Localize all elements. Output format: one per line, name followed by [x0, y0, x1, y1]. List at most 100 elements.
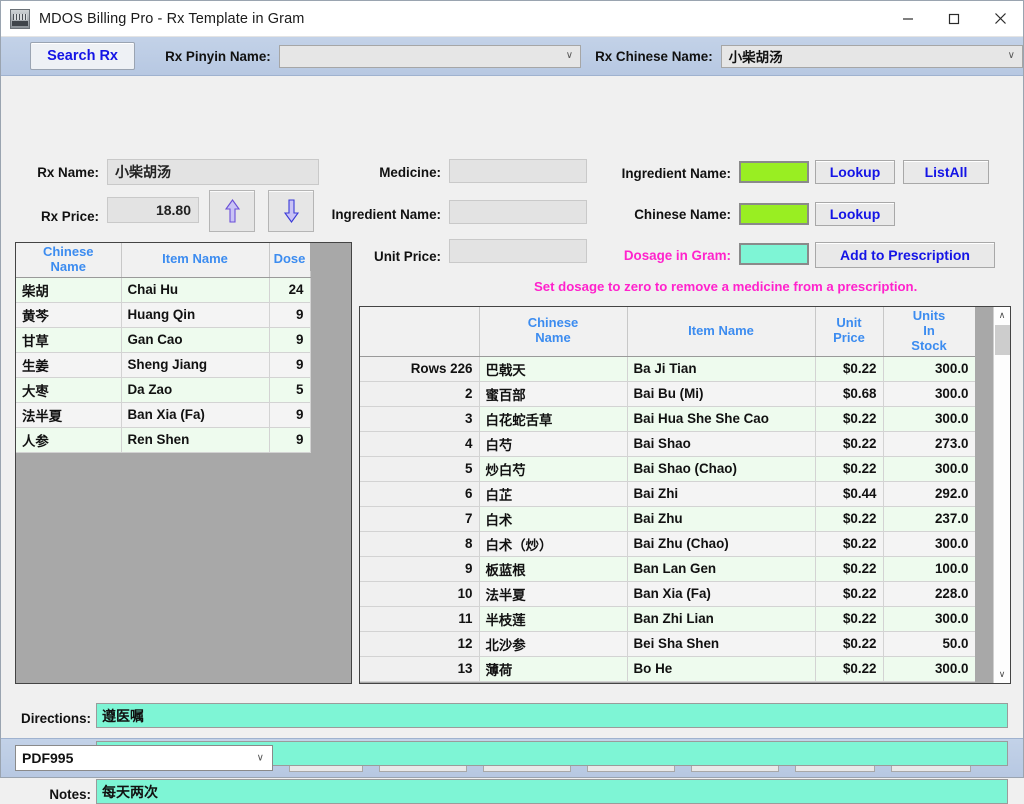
prescription-grid-filler	[310, 243, 352, 271]
add-to-prescription-button[interactable]: Add to Prescription	[815, 242, 995, 268]
cell-item-name: Bai Zhu	[627, 506, 815, 531]
table-row[interactable]: 法半夏Ban Xia (Fa)9	[16, 402, 310, 427]
cell-chinese-name: 法半夏	[479, 581, 627, 606]
table-row[interactable]: 9板蓝根Ban Lan Gen$0.22100.0	[360, 556, 975, 581]
cell-dose: 9	[269, 427, 310, 452]
dosage-in-gram-input[interactable]	[739, 243, 809, 265]
cell-chinese-name: 板蓝根	[479, 556, 627, 581]
window-title: MDOS Billing Pro - Rx Template in Gram	[39, 11, 304, 27]
cell-row-index: Rows 226	[360, 356, 479, 381]
table-row[interactable]: 黄芩Huang Qin9	[16, 302, 310, 327]
table-row[interactable]: Rows 226巴戟天Ba Ji Tian$0.22300.0	[360, 356, 975, 381]
list-all-button[interactable]: ListAll	[903, 160, 989, 184]
scroll-up-icon[interactable]: ∧	[994, 307, 1011, 324]
table-row[interactable]: 柴胡Chai Hu24	[16, 277, 310, 302]
table-row[interactable]: 3白花蛇舌草Bai Hua She She Cao$0.22300.0	[360, 406, 975, 431]
cell-units-in-stock: 273.0	[883, 431, 975, 456]
cell-dose: 9	[269, 402, 310, 427]
cell-item-name: Ban Xia (Fa)	[121, 402, 269, 427]
table-row[interactable]: 2蜜百部Bai Bu (Mi)$0.68300.0	[360, 381, 975, 406]
table-row[interactable]: 11半枝莲Ban Zhi Lian$0.22300.0	[360, 606, 975, 631]
cell-chinese-name: 人参	[16, 427, 121, 452]
col-row-index	[360, 307, 479, 356]
cell-row-index: 7	[360, 506, 479, 531]
rx-price-field[interactable]: 18.80	[107, 197, 199, 223]
cell-chinese-name: 生姜	[16, 352, 121, 377]
cell-unit-price: $0.22	[815, 506, 883, 531]
cell-unit-price: $0.44	[815, 481, 883, 506]
cell-row-index: 2	[360, 381, 479, 406]
lookup-ingredient-name-input[interactable]	[739, 161, 809, 183]
rx-pinyin-name-label: Rx Pinyin Name:	[165, 49, 271, 64]
cell-item-name: Sheng Jiang	[121, 352, 269, 377]
cell-dose: 9	[269, 327, 310, 352]
cell-item-name: Da Zao	[121, 377, 269, 402]
lookup-chinese-name-input[interactable]	[739, 203, 809, 225]
table-row[interactable]: 7白术Bai Zhu$0.22237.0	[360, 506, 975, 531]
arrow-up-icon	[224, 198, 241, 224]
medicine-field[interactable]	[449, 159, 587, 183]
ingredient-name-field[interactable]	[449, 200, 587, 224]
cell-row-index: 6	[360, 481, 479, 506]
table-row[interactable]: 12北沙参Bei Sha Shen$0.2250.0	[360, 631, 975, 656]
cell-row-index: 13	[360, 656, 479, 681]
cell-chinese-name: 法半夏	[16, 402, 121, 427]
chevron-down-icon: ∨	[257, 753, 264, 764]
cell-chinese-name: 炒白芍	[479, 456, 627, 481]
lookup-ingredient-button[interactable]: Lookup	[815, 160, 895, 184]
table-header-row: Chinese Name Item Name Dose	[16, 243, 310, 277]
table-row[interactable]: 10法半夏Ban Xia (Fa)$0.22228.0	[360, 581, 975, 606]
cell-unit-price: $0.22	[815, 531, 883, 556]
medicine-list-scrollbar[interactable]: ∧ ∨	[993, 307, 1010, 683]
cell-unit-price: $0.22	[815, 581, 883, 606]
cell-unit-price: $0.22	[815, 431, 883, 456]
table-row[interactable]: 8白术（炒）Bai Zhu (Chao)$0.22300.0	[360, 531, 975, 556]
cell-unit-price: $0.22	[815, 631, 883, 656]
printer-value: PDF995	[16, 750, 73, 766]
table-row[interactable]: 人参Ren Shen9	[16, 427, 310, 452]
unit-price-field[interactable]	[449, 239, 587, 263]
cell-row-index: 8	[360, 531, 479, 556]
rx-pinyin-name-combo[interactable]: ∨	[279, 45, 581, 68]
cell-item-name: Gan Cao	[121, 327, 269, 352]
table-row[interactable]: 大枣Da Zao5	[16, 377, 310, 402]
dosage-hint-text: Set dosage to zero to remove a medicine …	[534, 279, 917, 294]
medicine-list-body: Rows 226巴戟天Ba Ji Tian$0.22300.0 2蜜百部Bai …	[360, 356, 975, 681]
table-row[interactable]: 5炒白芍Bai Shao (Chao)$0.22300.0	[360, 456, 975, 481]
maximize-button[interactable]	[931, 2, 977, 36]
cell-item-name: Bai Hua She She Cao	[627, 406, 815, 431]
close-button[interactable]	[977, 2, 1023, 36]
cell-units-in-stock: 300.0	[883, 356, 975, 381]
directions-input[interactable]: 遵医嘱	[96, 703, 1008, 728]
cell-units-in-stock: 237.0	[883, 506, 975, 531]
cell-item-name: Ban Zhi Lian	[627, 606, 815, 631]
rx-chinese-name-combo[interactable]: 小柴胡汤 ∨	[721, 45, 1023, 68]
cell-item-name: Ban Lan Gen	[627, 556, 815, 581]
notes-input[interactable]: 每天两次	[96, 779, 1008, 804]
scrollbar-thumb[interactable]	[995, 325, 1010, 355]
cell-dose: 9	[269, 352, 310, 377]
col-chinese-name: Chinese Name	[479, 307, 627, 356]
cell-item-name: Huang Qin	[121, 302, 269, 327]
medicine-list-grid[interactable]: Chinese Name Item Name Unit Price Units …	[359, 306, 1011, 684]
table-row[interactable]: 4白芍Bai Shao$0.22273.0	[360, 431, 975, 456]
cell-chinese-name: 白术（炒）	[479, 531, 627, 556]
cell-item-name: Bai Shao	[627, 431, 815, 456]
table-row[interactable]: 甘草Gan Cao9	[16, 327, 310, 352]
table-row[interactable]: 生姜Sheng Jiang9	[16, 352, 310, 377]
minimize-button[interactable]	[885, 2, 931, 36]
lookup-chinese-button[interactable]: Lookup	[815, 202, 895, 226]
scroll-down-icon[interactable]: ∨	[994, 666, 1011, 683]
prescription-items-body: 柴胡Chai Hu24 黄芩Huang Qin9 甘草Gan Cao9 生姜Sh…	[16, 277, 310, 452]
app-building-icon	[10, 9, 30, 29]
printer-select[interactable]: PDF995 ∨	[15, 745, 273, 771]
rx-name-field[interactable]: 小柴胡汤	[107, 159, 319, 185]
table-row[interactable]: 6白芷Bai Zhi$0.44292.0	[360, 481, 975, 506]
search-rx-button[interactable]: Search Rx	[30, 42, 135, 70]
table-row[interactable]: 13薄荷Bo He$0.22300.0	[360, 656, 975, 681]
prescription-items-grid[interactable]: Chinese Name Item Name Dose 柴胡Chai Hu24 …	[15, 242, 352, 684]
cell-unit-price: $0.22	[815, 656, 883, 681]
move-up-button[interactable]	[209, 190, 255, 232]
col-chinese-name: Chinese Name	[16, 243, 121, 277]
cell-item-name: Bei Sha Shen	[627, 631, 815, 656]
